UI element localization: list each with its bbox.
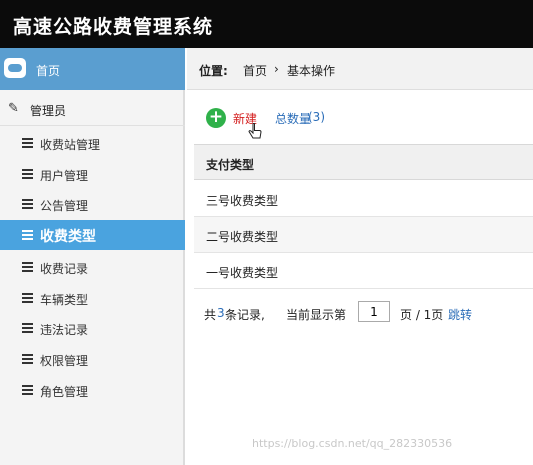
sidebar-item-fee-types[interactable]: 收费类型 bbox=[0, 220, 185, 250]
hand-cursor-icon bbox=[248, 123, 262, 139]
total-count-label: 总数量 bbox=[275, 112, 312, 126]
list-icon bbox=[22, 262, 33, 272]
sidebar-item-label: 公告管理 bbox=[40, 199, 89, 213]
sidebar-item-label: 违法记录 bbox=[40, 323, 89, 337]
list-icon bbox=[22, 138, 33, 148]
breadcrumb-label: 位置: bbox=[199, 64, 228, 78]
app-header: 高速公路收费管理系统 bbox=[0, 0, 533, 48]
sidebar: 首页 ✎ 管理员 收费站管理 用户管理 公告管理 收费类型 收费记录 车辆类型 … bbox=[0, 48, 185, 465]
table-cell: 三号收费类型 bbox=[206, 194, 279, 208]
total-count-value: (3) bbox=[308, 110, 325, 124]
sidebar-item-label: 权限管理 bbox=[40, 354, 89, 368]
list-icon bbox=[22, 199, 33, 209]
app-title: 高速公路收费管理系统 bbox=[13, 16, 214, 38]
pagination-page-of: 页 / 1页 bbox=[400, 308, 444, 322]
sidebar-item-label: 角色管理 bbox=[40, 385, 89, 399]
sidebar-item-notices[interactable]: 公告管理 bbox=[0, 189, 185, 219]
sidebar-home[interactable]: 首页 bbox=[0, 48, 185, 90]
pagination-current-label: 当前显示第 bbox=[286, 308, 347, 322]
list-icon bbox=[22, 230, 33, 240]
sidebar-item-users[interactable]: 用户管理 bbox=[0, 159, 185, 189]
sidebar-home-label: 首页 bbox=[36, 64, 61, 78]
table-cell: 一号收费类型 bbox=[206, 266, 279, 280]
pagination-prefix: 共 bbox=[204, 308, 217, 322]
sidebar-item-vehicle-types[interactable]: 车辆类型 bbox=[0, 283, 185, 313]
breadcrumb-separator: › bbox=[274, 62, 279, 76]
list-icon bbox=[22, 354, 33, 364]
table-row[interactable]: 三号收费类型 bbox=[194, 181, 533, 217]
sidebar-item-violations[interactable]: 违法记录 bbox=[0, 313, 185, 343]
breadcrumb-current: 基本操作 bbox=[287, 64, 336, 78]
edit-icon: ✎ bbox=[8, 101, 19, 116]
jump-link[interactable]: 跳转 bbox=[448, 306, 472, 323]
list-icon bbox=[22, 293, 33, 303]
sidebar-item-label: 车辆类型 bbox=[40, 293, 89, 307]
sidebar-item-label: 收费记录 bbox=[40, 262, 89, 276]
breadcrumb: 位置: 首页 › 基本操作 bbox=[187, 48, 533, 90]
table-row[interactable]: 二号收费类型 bbox=[194, 217, 533, 253]
sidebar-item-label: 收费站管理 bbox=[40, 138, 101, 152]
add-icon[interactable]: + bbox=[206, 108, 226, 128]
sidebar-item-label: 收费类型 bbox=[40, 229, 96, 245]
watermark: https://blog.csdn.net/qq_282330536 bbox=[252, 437, 453, 450]
sidebar-item-permissions[interactable]: 权限管理 bbox=[0, 344, 185, 374]
pagination-record-suffix: 条记录, bbox=[225, 308, 265, 322]
sidebar-item-label: 用户管理 bbox=[40, 169, 89, 183]
page-number-input[interactable] bbox=[358, 301, 390, 322]
column-header-payment-type: 支付类型 bbox=[206, 158, 255, 172]
list-icon bbox=[22, 385, 33, 395]
sidebar-item-fee-records[interactable]: 收费记录 bbox=[0, 252, 185, 282]
list-icon bbox=[22, 169, 33, 179]
list-icon bbox=[22, 323, 33, 333]
sidebar-item-roles[interactable]: 角色管理 bbox=[0, 375, 185, 405]
sidebar-item-toll-station[interactable]: 收费站管理 bbox=[0, 128, 185, 158]
pagination-record-count: 3 bbox=[217, 306, 225, 320]
cloud-icon bbox=[4, 58, 26, 78]
sidebar-admin-header[interactable]: ✎ 管理员 bbox=[0, 90, 185, 126]
main-content: 位置: 首页 › 基本操作 + 新建 总数量 (3) 支付类型 三号收费类型 二… bbox=[187, 48, 533, 465]
table-header: 支付类型 bbox=[194, 144, 533, 180]
sidebar-admin-label: 管理员 bbox=[30, 104, 67, 118]
table-cell: 二号收费类型 bbox=[206, 230, 279, 244]
breadcrumb-home-link[interactable]: 首页 bbox=[243, 62, 267, 79]
table-row[interactable]: 一号收费类型 bbox=[194, 253, 533, 289]
